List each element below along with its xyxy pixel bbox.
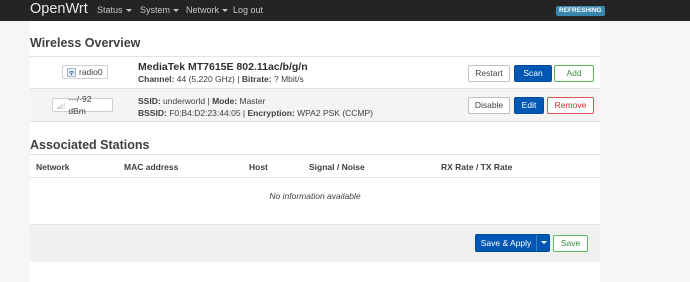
- save-apply-dropdown-toggle[interactable]: [538, 235, 549, 251]
- network-info-line1: SSID: underworld | Mode: Master: [138, 96, 265, 106]
- bssid-value: F0:B4:D2:23:44:05: [169, 108, 241, 118]
- bitrate-value: ? Mbit/s: [273, 74, 304, 84]
- device-name: MediaTek MT7615E 802.11ac/b/g/n: [138, 61, 308, 73]
- chevron-down-icon: [222, 9, 229, 13]
- chevron-down-icon: [173, 9, 180, 13]
- brand-logo[interactable]: OpenWrt: [30, 1, 88, 17]
- network-info-line2: BSSID: F0:B4:D2:23:44:05 | Encryption: W…: [138, 108, 373, 118]
- menu-logout[interactable]: Log out: [233, 5, 263, 15]
- add-button[interactable]: Add: [554, 65, 594, 82]
- encryption-label: Encryption:: [247, 108, 295, 118]
- mode-value: Master: [239, 96, 266, 106]
- chevron-down-icon: [125, 9, 132, 13]
- ssid-value: underworld: [163, 96, 206, 106]
- bitrate-label: Bitrate:: [241, 74, 272, 84]
- wireless-device-row: radio0 MediaTek MT7615E 802.11ac/b/g/n C…: [30, 56, 600, 89]
- scan-button[interactable]: Scan: [514, 65, 552, 82]
- signal-value: ---/-92 dBm: [68, 94, 92, 116]
- menu-network-label: Network: [186, 5, 220, 15]
- signal-badge: ---/-92 dBm: [52, 94, 113, 116]
- top-navbar: OpenWrt Status System Network Log out RE…: [0, 0, 690, 21]
- chevron-down-icon: [541, 241, 547, 244]
- separator: |: [242, 108, 246, 118]
- separator: |: [207, 96, 210, 106]
- menu-network[interactable]: Network: [186, 5, 229, 15]
- stations-empty-message: No information available: [269, 191, 361, 201]
- col-host: Host: [249, 162, 268, 172]
- wireless-overview-title: Wireless Overview: [30, 36, 141, 50]
- channel-label: Channel:: [138, 74, 175, 84]
- split-divider: [536, 235, 537, 251]
- encryption-value: WPA2 PSK (CCMP): [297, 108, 374, 118]
- edit-button[interactable]: Edit: [514, 97, 544, 114]
- radio-badge-label: radio0: [79, 67, 103, 77]
- ssid-label: SSID:: [138, 96, 161, 106]
- bssid-label: BSSID:: [138, 108, 167, 118]
- mode-label: Mode:: [212, 96, 238, 106]
- associated-stations-title: Associated Stations: [30, 138, 150, 152]
- wifi-icon: [67, 67, 76, 77]
- remove-button[interactable]: Remove: [547, 97, 594, 114]
- channel-value: 44 (5.220 GHz): [176, 74, 235, 84]
- radio-badge: radio0: [62, 65, 108, 79]
- disable-button[interactable]: Disable: [468, 97, 510, 114]
- device-info: Channel: 44 (5.220 GHz) | Bitrate: ? Mbi…: [138, 74, 304, 84]
- menu-system[interactable]: System: [140, 5, 180, 15]
- save-button[interactable]: Save: [553, 235, 588, 252]
- col-mac-address: MAC address: [124, 162, 179, 172]
- menu-status-label: Status: [97, 5, 123, 15]
- wireless-network-row: ---/-92 dBm SSID: underworld | Mode: Mas…: [30, 89, 600, 122]
- separator: |: [237, 74, 240, 84]
- col-rx-tx-rate: RX Rate / TX Rate: [441, 162, 513, 172]
- stations-table-header: Network MAC address Host Signal / Noise …: [30, 154, 600, 178]
- menu-status[interactable]: Status: [97, 5, 132, 15]
- col-signal-noise: Signal / Noise: [309, 162, 365, 172]
- refreshing-badge[interactable]: REFRESHING: [556, 6, 605, 16]
- save-apply-button[interactable]: Save & Apply: [476, 235, 536, 251]
- menu-system-label: System: [140, 5, 171, 15]
- col-network: Network: [36, 162, 70, 172]
- restart-button[interactable]: Restart: [468, 65, 510, 82]
- save-apply-split-button: Save & Apply: [475, 234, 550, 252]
- signal-strength-icon: [57, 101, 65, 109]
